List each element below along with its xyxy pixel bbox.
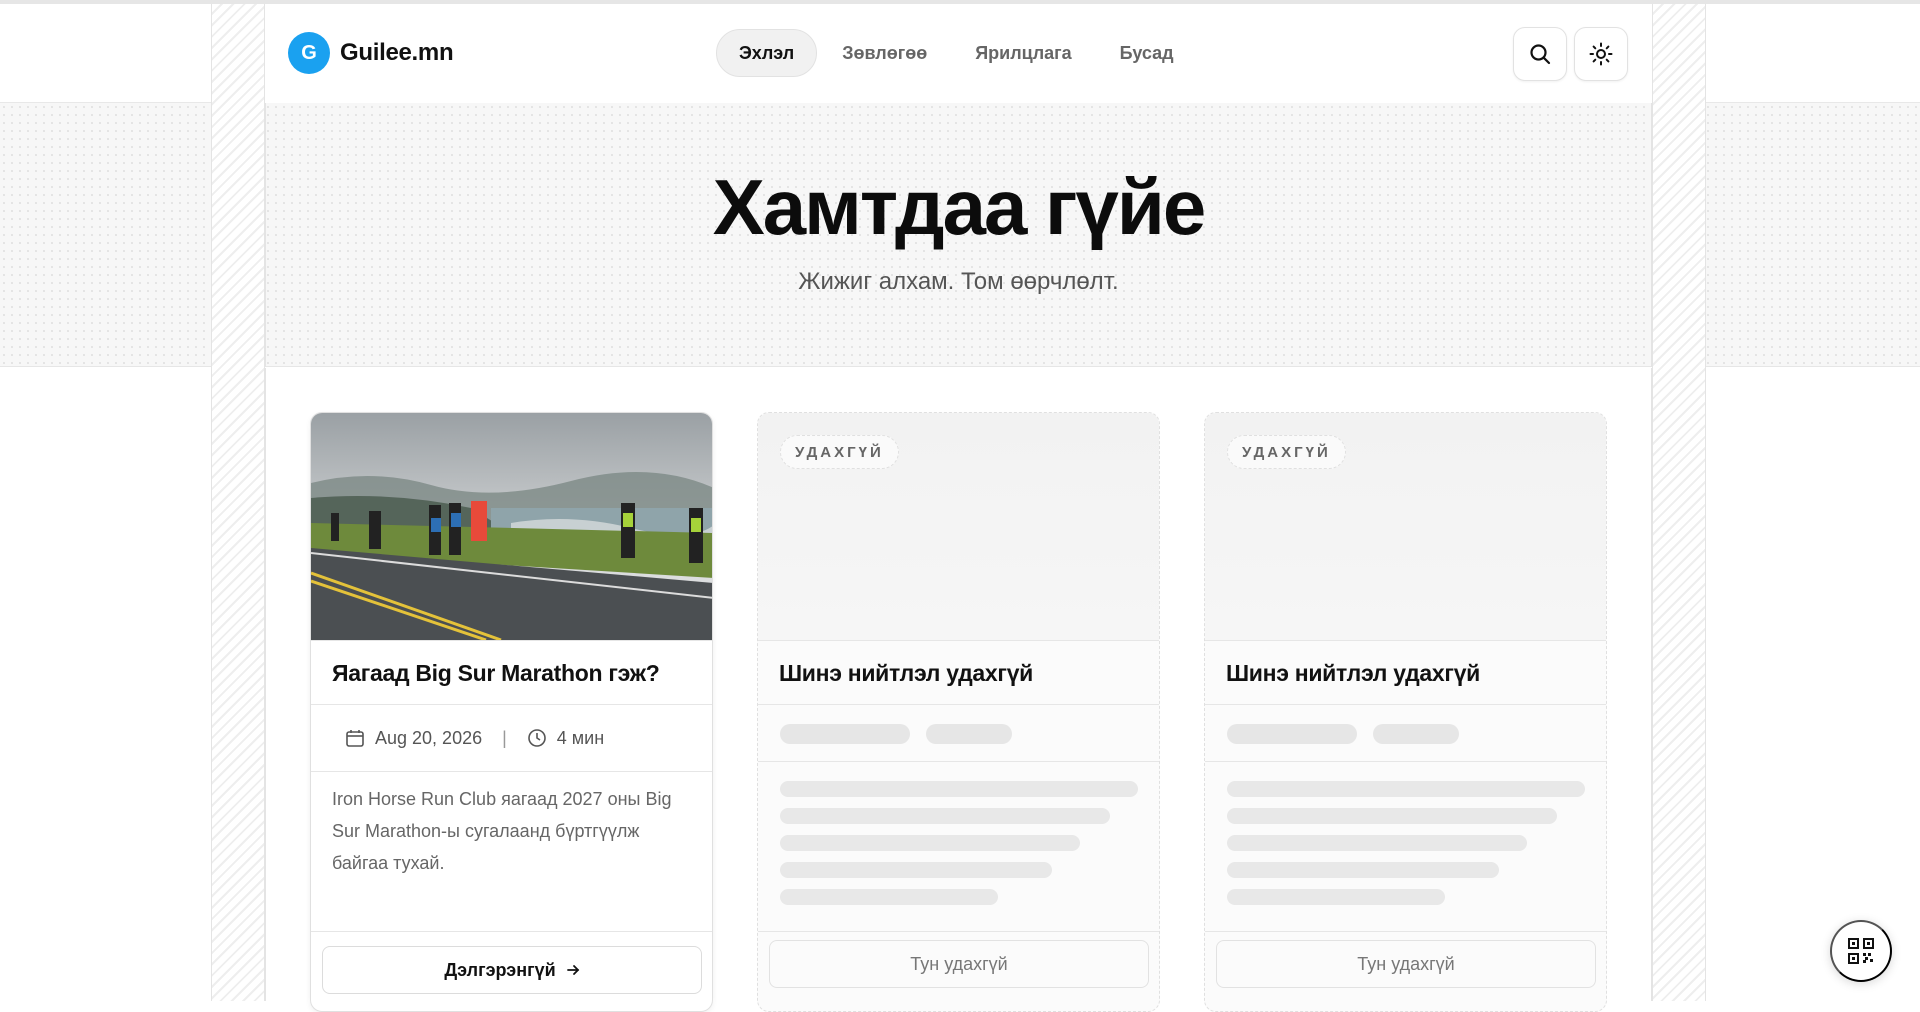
skeleton-line [1227, 862, 1499, 878]
skeleton-line [780, 889, 998, 905]
read-more-label: Дэлгэрэнгүй [444, 959, 556, 980]
coming-soon-button: Тун удахгүй [1216, 940, 1596, 988]
article-title[interactable]: Яагаад Big Sur Marathon гэж? [311, 640, 712, 705]
skeleton-line [1227, 835, 1527, 851]
skeleton-line [780, 808, 1110, 824]
nav-item-interviews[interactable]: Ярилцлага [952, 29, 1094, 77]
nav-item-home[interactable]: Эхлэл [716, 29, 818, 77]
left-decorative-stripe [211, 4, 265, 1001]
placeholder-title: Шинэ нийтлэл удахгүй [758, 640, 1159, 705]
placeholder-card: УДАХГҮЙ Шинэ нийтлэл удахгүй Тун удахгүй [757, 412, 1160, 1012]
placeholder-meta [758, 705, 1159, 762]
marathon-photo [311, 413, 712, 640]
article-meta: Aug 20, 2026 | 4 мин [311, 705, 712, 772]
skeleton-pill [926, 724, 1012, 744]
placeholder-lines [1205, 762, 1606, 932]
main-nav: Эхлэл Зөвлөгөө Ярилцлага Бусад [716, 29, 1197, 77]
placeholder-card: УДАХГҮЙ Шинэ нийтлэл удахгүй Тун удахгүй [1204, 412, 1607, 1012]
skeleton-line [780, 781, 1138, 797]
article-date: Aug 20, 2026 [375, 727, 483, 748]
coming-soon-button: Тун удахгүй [769, 940, 1149, 988]
skeleton-pill [780, 724, 910, 744]
skeleton-pill [1373, 724, 1459, 744]
article-read-time: 4 мин [556, 727, 605, 748]
skeleton-line [1227, 781, 1585, 797]
sun-icon [1589, 42, 1613, 66]
placeholder-title: Шинэ нийтлэл удахгүй [1205, 640, 1606, 705]
hero-subtitle: Жижиг алхам. Том өөрчлөлт. [798, 268, 1119, 295]
skeleton-line [780, 835, 1080, 851]
article-image[interactable] [311, 413, 712, 640]
site-name: Guilee.mn [340, 39, 454, 66]
nav-item-tips[interactable]: Зөвлөгөө [819, 29, 950, 77]
skeleton-line [1227, 889, 1445, 905]
nav-item-other[interactable]: Бусад [1097, 29, 1197, 77]
site-logo-link[interactable]: G Guilee.mn [288, 32, 454, 74]
qr-code-icon [1848, 938, 1874, 964]
card-footer: Дэлгэрэнгүй [311, 931, 712, 1011]
coming-soon-badge: УДАХГҮЙ [1227, 435, 1346, 469]
logo-badge: G [288, 32, 330, 74]
hero-title: Хамтдаа гүйе [712, 163, 1206, 251]
search-button[interactable] [1513, 27, 1567, 81]
coming-soon-badge: УДАХГҮЙ [780, 435, 899, 469]
arrow-right-icon [566, 965, 579, 975]
placeholder-meta [1205, 705, 1606, 762]
skeleton-line [780, 862, 1052, 878]
placeholder-lines [758, 762, 1159, 932]
skeleton-line [1227, 808, 1557, 824]
skeleton-pill [1227, 724, 1357, 744]
calendar-icon [346, 730, 364, 747]
read-more-button[interactable]: Дэлгэрэнгүй [322, 946, 702, 994]
article-card[interactable]: Яагаад Big Sur Marathon гэж? Aug 20, 202… [310, 412, 713, 1012]
clock-icon [527, 729, 546, 747]
article-excerpt: Iron Horse Run Club яагаад 2027 оны Big … [332, 789, 672, 873]
search-icon [1530, 44, 1551, 65]
meta-separator: | [502, 727, 507, 748]
right-decorative-stripe [1652, 4, 1706, 1001]
qr-code-button[interactable] [1830, 920, 1892, 982]
theme-toggle-button[interactable] [1574, 27, 1628, 81]
